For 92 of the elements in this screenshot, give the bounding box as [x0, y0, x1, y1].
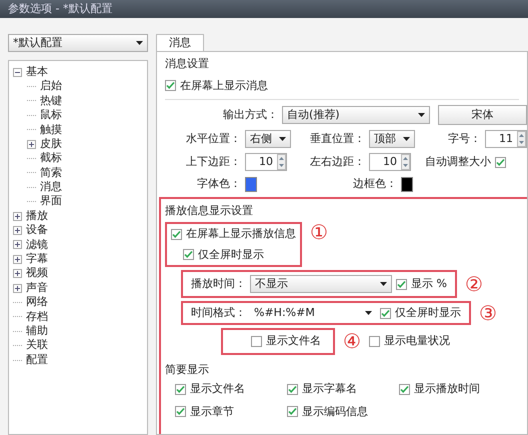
- section-title: 播放信息显示设置: [165, 202, 254, 218]
- checkbox[interactable]: 显示字幕名: [287, 381, 399, 398]
- field-label: 左右边距：: [309, 154, 365, 170]
- tree-item[interactable]: 启始: [40, 78, 62, 95]
- caret-icon: [365, 311, 372, 315]
- checkbox[interactable]: 在屏幕上显示播放信息: [171, 226, 296, 242]
- callout-number: ③: [479, 303, 497, 323]
- tree-item[interactable]: 触摸: [40, 122, 62, 138]
- field-label: 字体色：: [196, 176, 241, 192]
- checkbox[interactable]: 仅全屏时显示: [183, 246, 296, 263]
- dropdown[interactable]: 右侧: [245, 130, 291, 148]
- checkbox[interactable]: 自动调整大小: [425, 154, 506, 170]
- tree-item[interactable]: 鼠标: [40, 107, 62, 124]
- callout-number: ④: [343, 331, 361, 352]
- field-label: 上下边距：: [185, 154, 241, 170]
- tree-item[interactable]: 配置: [26, 352, 48, 368]
- number-spinner[interactable]: 11: [485, 130, 527, 148]
- check-icon: [397, 280, 406, 288]
- border-color-swatch[interactable]: [401, 176, 413, 192]
- check-icon: [176, 384, 185, 394]
- expander-icon[interactable]: [13, 226, 22, 235]
- expander-icon[interactable]: [13, 254, 22, 264]
- check-icon: [400, 384, 409, 394]
- field-label: 字号：: [447, 130, 481, 147]
- expander-icon[interactable]: [13, 269, 22, 278]
- checkbox[interactable]: 显示章节: [175, 404, 287, 420]
- section-title: 简要显示: [165, 362, 210, 378]
- tree-item[interactable]: 设备: [26, 222, 48, 239]
- check-icon: [381, 308, 390, 318]
- caret-icon: [403, 137, 410, 141]
- spin-arrows-icon: [401, 154, 410, 170]
- check-icon: [184, 250, 193, 260]
- check-icon: [166, 81, 175, 90]
- tree-item[interactable]: 界面: [40, 193, 62, 210]
- checkbox[interactable]: 显示文件名: [251, 333, 321, 350]
- tree-item[interactable]: 截标: [40, 150, 62, 167]
- dropdown[interactable]: 顶部: [369, 130, 415, 148]
- tree-item[interactable]: 视频: [26, 265, 48, 282]
- dropdown[interactable]: 不显示: [250, 275, 392, 293]
- checkbox[interactable]: 仅全屏时显示: [380, 304, 461, 322]
- profile-dropdown[interactable]: *默认配置: [8, 34, 148, 52]
- window-title: 参数选项 - *默认配置: [8, 0, 112, 17]
- checkbox[interactable]: 显示电量状况: [369, 333, 450, 350]
- tree-item[interactable]: 网络: [26, 294, 48, 311]
- tree-item[interactable]: 辅助: [26, 322, 48, 340]
- tree-item[interactable]: 皮肤: [40, 136, 62, 152]
- caret-icon: [136, 41, 143, 45]
- font-color-swatch[interactable]: [245, 176, 257, 192]
- checkbox[interactable]: 显示播放时间: [399, 381, 527, 398]
- number-spinner[interactable]: 10: [369, 153, 411, 171]
- field-label: 播放时间：: [191, 276, 246, 292]
- expander-icon[interactable]: [13, 284, 22, 293]
- field-label: 水平位置：: [185, 130, 241, 147]
- tree-item[interactable]: 基本: [26, 64, 48, 80]
- section-title: 消息设置: [165, 56, 210, 72]
- tree-item[interactable]: 播放: [26, 208, 48, 224]
- check-icon: [288, 407, 297, 416]
- expander-icon[interactable]: [13, 212, 22, 221]
- field-label: 输出方式：: [223, 106, 278, 123]
- dropdown[interactable]: 自动(推荐): [282, 106, 430, 124]
- tree-item[interactable]: 关联: [26, 337, 48, 354]
- expander-icon[interactable]: [13, 68, 22, 77]
- check-icon: [176, 407, 185, 416]
- tree-item[interactable]: 滤镜: [26, 236, 48, 254]
- tree-item[interactable]: 消息: [40, 179, 62, 196]
- expander-icon[interactable]: [27, 140, 36, 149]
- dropdown[interactable]: %#H:%#M: [250, 304, 376, 322]
- check-icon: [288, 384, 297, 394]
- tree-item[interactable]: 热键: [40, 92, 62, 110]
- field-label: 时间格式：: [191, 304, 246, 321]
- caret-icon: [279, 137, 286, 141]
- tree-item[interactable]: 简索: [40, 164, 62, 182]
- tree-item[interactable]: 字幕: [26, 251, 48, 268]
- number-spinner[interactable]: 10: [245, 153, 287, 171]
- tree-item[interactable]: 存档: [26, 308, 48, 326]
- expander-icon[interactable]: [13, 240, 22, 250]
- spin-arrows-icon: [277, 154, 286, 170]
- tree-item[interactable]: 声音: [26, 280, 48, 296]
- caret-icon: [418, 113, 425, 117]
- callout-number: ②: [465, 274, 483, 294]
- checkbox[interactable]: 显示 %: [396, 276, 447, 292]
- tab[interactable]: 消息: [156, 34, 204, 51]
- field-label: 边框色：: [352, 176, 397, 192]
- font-button[interactable]: 宋体: [438, 105, 527, 125]
- checkbox[interactable]: 在屏幕上显示消息: [165, 78, 527, 94]
- check-icon: [172, 230, 181, 239]
- check-icon: [496, 158, 505, 166]
- checkbox[interactable]: 显示编码信息: [287, 404, 399, 420]
- callout-number: ①: [310, 222, 328, 242]
- checkbox[interactable]: 显示文件名: [175, 381, 287, 398]
- caret-icon: [380, 282, 388, 286]
- field-label: 垂直位置：: [309, 130, 365, 147]
